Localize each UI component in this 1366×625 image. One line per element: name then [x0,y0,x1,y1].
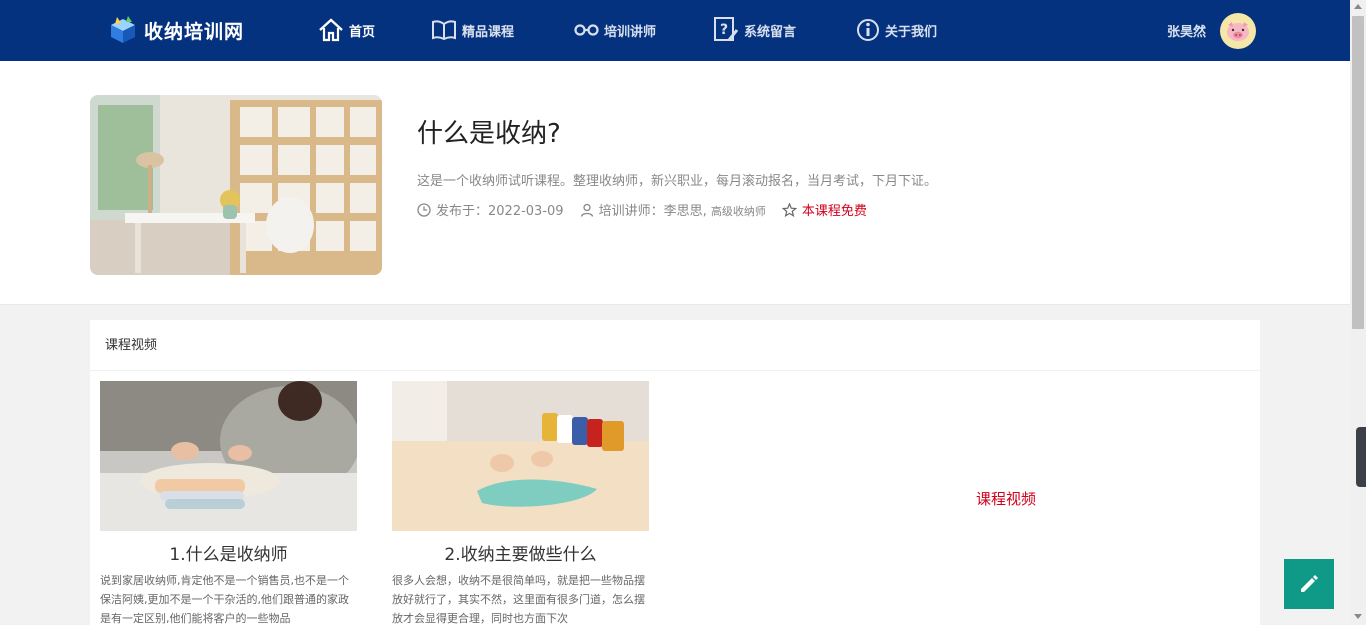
page-scrollbar[interactable] [1350,0,1366,625]
video-title[interactable]: 2.收纳主要做些什么 [392,540,649,565]
publish-date: 发布于：2022-03-09 [417,200,564,219]
nav-item-home[interactable]: 首页 [318,18,431,42]
pig-avatar-icon [1227,21,1250,41]
nav-label-home: 首页 [349,24,376,40]
teacher-label: 培训讲师： [598,204,664,219]
course-cover-image [90,95,382,275]
course-video-section: 课程视频 1.什么是收纳师 说到家居收纳师,肯定他不是一个销售员,也不是一个保洁… [90,320,1260,625]
site-logo[interactable]: 收纳培训网 [108,13,244,47]
box-logo-icon [111,16,135,43]
course-description: 这是一个收纳师试听课程。整理收纳师，新兴职业，每月滚动报名，当月考试，下月下证。 [417,174,938,189]
message-icon: ? [714,17,739,41]
course-meta: 发布于：2022-03-09 培训讲师：李思思, 高级收纳师 本课程免费 [417,200,883,219]
pencil-icon [1301,575,1318,592]
publish-date-value: 2022-03-09 [488,204,564,219]
info-icon [857,19,879,41]
scroll-up-arrow-icon[interactable] [1354,4,1362,9]
course-header: 什么是收纳? 这是一个收纳师试听课程。整理收纳师，新兴职业，每月滚动报名，当月考… [0,61,1350,305]
nav-label-about: 关于我们 [885,24,938,40]
user-icon [580,203,593,217]
course-video-link[interactable]: 课程视频 [976,488,1036,509]
nav-label-messages: 系统留言 [744,24,797,40]
main-nav: 首页 精品课程 培训讲师 ? 系统留言 关于我们 [318,15,966,45]
home-icon [319,18,343,42]
video-thumbnail[interactable] [392,381,649,531]
video-item[interactable]: 2.收纳主要做些什么 很多人会想，收纳不是很简单吗，就是把一些物品摆放好就行了，… [392,381,649,625]
nav-label-teachers: 培训讲师 [604,24,657,40]
free-label: 本课程免费 [801,204,867,219]
book-icon [432,20,456,40]
nav-item-courses[interactable]: 精品课程 [431,20,574,40]
publish-label: 发布于： [436,204,489,219]
section-title: 课程视频 [90,320,1260,371]
star-icon [781,202,797,217]
teacher-name: 李思思, [663,204,707,219]
edit-button[interactable] [1284,559,1334,609]
course-free-badge: 本课程免费 [781,200,867,219]
video-item[interactable]: 1.什么是收纳师 说到家居收纳师,肯定他不是一个销售员,也不是一个保洁阿姨,更加… [100,381,357,625]
avatar[interactable] [1220,12,1257,49]
user-name: 张昊然 [1167,25,1207,40]
video-thumbnail[interactable] [100,381,357,531]
nav-label-courses: 精品课程 [462,24,515,40]
course-teacher: 培训讲师：李思思, 高级收纳师 [580,200,766,219]
user-menu[interactable]: 张昊然 [1167,12,1257,49]
svg-text:?: ? [720,22,728,38]
video-title[interactable]: 1.什么是收纳师 [100,540,357,565]
nav-item-teachers[interactable]: 培训讲师 [574,21,713,40]
glasses-icon [574,24,599,36]
nav-item-about[interactable]: 关于我们 [856,18,966,42]
top-navbar: 收纳培训网 首页 精品课程 培训讲师 ? 系统留言 关于我们 张昊然 [0,0,1350,61]
logo-text: 收纳培训网 [144,20,245,43]
scroll-down-arrow-icon[interactable] [1354,614,1362,619]
nav-item-messages[interactable]: ? 系统留言 [713,16,856,44]
video-summary: 说到家居收纳师,肯定他不是一个销售员,也不是一个保洁阿姨,更加不是一个干杂活的,… [100,574,349,625]
video-summary: 很多人会想，收纳不是很简单吗，就是把一些物品摆放好就行了，其实不然，这里面有很多… [392,574,645,625]
side-widget-tab[interactable] [1356,427,1366,487]
teacher-title: 高级收纳师 [710,205,766,218]
course-title: 什么是收纳? [417,119,561,149]
clock-icon [417,202,431,217]
scroll-thumb[interactable] [1352,16,1364,329]
